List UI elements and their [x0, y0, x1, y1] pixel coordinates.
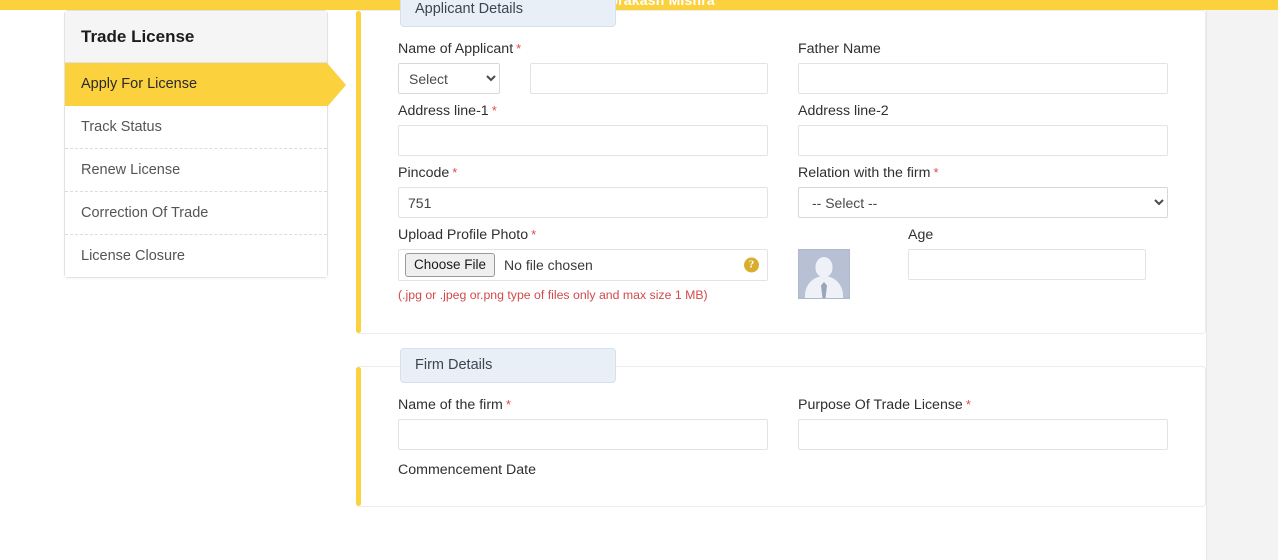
applicant-name-input[interactable]: [530, 63, 768, 94]
sidebar-item-correction-of-trade[interactable]: Correction Of Trade: [65, 192, 327, 235]
label-address-line-1: Address line-1 *: [398, 103, 768, 119]
field-relation-with-firm: Relation with the firm * -- Select --: [798, 165, 1168, 218]
file-upload-control[interactable]: Choose File No file chosen ?: [398, 249, 768, 281]
required-asterisk: *: [965, 397, 971, 412]
field-col-father-name: Father Name: [798, 41, 1168, 103]
field-col-upload-photo: Upload Profile Photo * Choose File No fil…: [398, 227, 768, 311]
default-profile-avatar-icon: [798, 249, 850, 299]
sidebar-item-label: License Closure: [81, 248, 185, 264]
form-row-name: Name of Applicant * Select Father Name: [398, 41, 1183, 103]
field-address-line-1: Address line-1 *: [398, 103, 768, 156]
required-asterisk: *: [531, 227, 537, 242]
label-relation-with-firm: Relation with the firm *: [798, 165, 1168, 181]
sidebar-item-label: Correction Of Trade: [81, 205, 209, 221]
age-input[interactable]: [908, 249, 1146, 280]
applicant-details-panel: Applicant Details Name of Applicant * Sel…: [356, 0, 1206, 334]
field-col-name-of-firm: Name of the firm * Commencement Date: [398, 397, 768, 484]
field-address-line-2: Address line-2: [798, 103, 1168, 156]
label-text: Address line-1: [398, 103, 489, 119]
required-asterisk: *: [516, 41, 522, 56]
field-age: Age: [908, 227, 1146, 280]
sidebar-item-apply-for-license[interactable]: Apply For License: [65, 63, 346, 107]
required-asterisk: *: [933, 165, 939, 180]
main-form: Applicant Details Name of Applicant * Sel…: [356, 0, 1206, 539]
sidebar-item-renew-license[interactable]: Renew License: [65, 149, 327, 192]
avatar-head-shape: [815, 257, 833, 277]
field-col-address-2: Address line-2: [798, 103, 1168, 165]
panel-accent-bar: [356, 367, 361, 506]
sidebar-item-track-status[interactable]: Track Status: [65, 106, 327, 149]
name-of-firm-input[interactable]: [398, 419, 768, 450]
label-text: Name of the firm: [398, 397, 503, 413]
field-col-address-1: Address line-1 *: [398, 103, 768, 165]
address-line-2-input[interactable]: [798, 125, 1168, 156]
form-row-photo-age: Upload Profile Photo * Choose File No fil…: [398, 227, 1183, 311]
required-asterisk: *: [491, 103, 497, 118]
label-name-of-firm: Name of the firm *: [398, 397, 768, 413]
sidebar-item-label: Apply For License: [81, 76, 198, 92]
label-commencement-date: Commencement Date: [398, 462, 536, 478]
pincode-input[interactable]: [398, 187, 768, 218]
father-name-input[interactable]: [798, 63, 1168, 94]
field-col-photo-preview-age: Age: [798, 227, 1168, 311]
label-text: Pincode: [398, 165, 450, 181]
firm-details-panel: Firm Details Name of the firm * Commencem…: [356, 348, 1206, 507]
address-line-1-input[interactable]: [398, 125, 768, 156]
label-text: Name of Applicant: [398, 41, 514, 57]
form-row-pincode-relation: Pincode* Relation with the firm* -- Sele…: [398, 165, 1183, 227]
label-upload-profile-photo: Upload Profile Photo *: [398, 227, 768, 243]
field-father-name: Father Name: [798, 41, 1168, 94]
page-root: Suprakash Mishra Trade License Apply For…: [0, 0, 1278, 560]
label-text: Relation with the firm: [798, 165, 931, 181]
sidebar-menu: Apply For License Track Status Renew Lic…: [65, 63, 346, 277]
label-father-name: Father Name: [798, 41, 881, 57]
sidebar-title: Trade License: [65, 11, 327, 63]
choose-file-button[interactable]: Choose File: [405, 252, 496, 278]
panel-accent-bar: [356, 11, 361, 333]
top-header-bar: Suprakash Mishra: [0, 0, 1278, 10]
header-user-block[interactable]: Suprakash Mishra: [0, 0, 1278, 10]
label-pincode: Pincode *: [398, 165, 768, 181]
title-select[interactable]: Select: [398, 63, 500, 94]
purpose-of-trade-license-input[interactable]: [798, 419, 1168, 450]
field-purpose-of-trade-license: Purpose Of Trade License *: [798, 397, 1168, 450]
file-status-text: No file chosen: [504, 257, 593, 273]
upload-hint-text: (.jpg or .jpeg or.png type of files only…: [398, 288, 708, 302]
sidebar: Trade License Apply For License Track St…: [64, 10, 346, 278]
field-col-purpose-of-trade-license: Purpose Of Trade License *: [798, 397, 1168, 484]
field-col-name-of-applicant: Name of Applicant * Select: [398, 41, 768, 103]
field-col-relation-with-firm: Relation with the firm * -- Select --: [798, 165, 1168, 227]
label-address-line-2: Address line-2: [798, 103, 889, 119]
sidebar-item-label: Track Status: [81, 119, 162, 135]
field-col-pincode: Pincode *: [398, 165, 768, 227]
field-name-of-firm: Name of the firm *: [398, 397, 768, 450]
label-text: Upload Profile Photo: [398, 227, 529, 243]
relation-with-firm-select[interactable]: -- Select --: [798, 187, 1168, 218]
field-pincode: Pincode *: [398, 165, 768, 218]
required-asterisk: *: [452, 165, 458, 180]
applicant-details-legend: Applicant Details: [400, 0, 616, 27]
firm-details-legend: Firm Details: [400, 348, 616, 383]
field-upload-profile-photo: Upload Profile Photo * Choose File No fil…: [398, 227, 768, 302]
name-input-group: Select: [398, 63, 768, 94]
sidebar-item-license-closure[interactable]: License Closure: [65, 235, 327, 277]
form-row-firm-name: Name of the firm * Commencement Date Purp…: [398, 397, 1183, 484]
label-purpose-of-trade-license: Purpose Of Trade License *: [798, 397, 1168, 413]
label-text: Purpose Of Trade License: [798, 397, 963, 413]
required-asterisk: *: [505, 397, 511, 412]
field-name-of-applicant: Name of Applicant * Select: [398, 41, 768, 94]
label-name-of-applicant: Name of Applicant *: [398, 41, 768, 57]
label-age: Age: [908, 227, 934, 243]
question-mark-help-icon[interactable]: ?: [744, 257, 759, 273]
form-row-address: Address line-1 * Address line-2: [398, 103, 1183, 165]
sidebar-item-label: Renew License: [81, 162, 181, 178]
